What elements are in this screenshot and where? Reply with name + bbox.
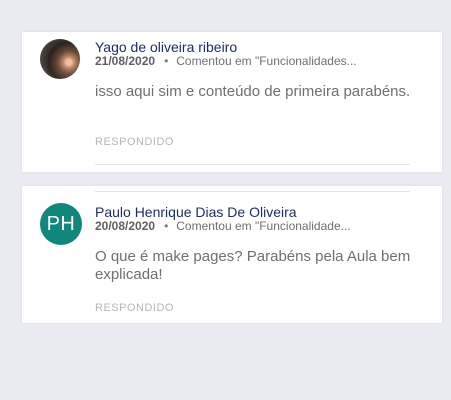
comment-card: PH Paulo Henrique Dias De Oliveira 20/08… <box>22 186 442 323</box>
comment-status: RESPONDIDO <box>95 136 174 148</box>
comment-author[interactable]: Paulo Henrique Dias De Oliveira <box>95 204 415 220</box>
comment-meta: 20/08/2020 • Comentou em "Funcionalidade..… <box>95 219 411 233</box>
comment-date: 21/08/2020 <box>95 54 156 68</box>
comment-activity[interactable]: Comentou em "Funcionalidades... <box>176 54 356 68</box>
comment-author[interactable]: Yago de oliveira ribeiro <box>95 39 415 55</box>
comment-text: isso aqui sim e conteúdo de primeira par… <box>95 83 411 100</box>
comment-meta: 21/08/2020 • Comentou em "Funcionalidades.… <box>95 54 411 68</box>
comment-divider <box>95 164 410 165</box>
meta-separator: • <box>164 219 169 233</box>
meta-separator: • <box>164 54 169 68</box>
comment-date: 20/08/2020 <box>95 219 156 233</box>
avatar-initials: PH <box>46 212 76 235</box>
comment-divider <box>95 191 410 192</box>
comment-activity[interactable]: Comentou em "Funcionalidade... <box>176 219 350 233</box>
user-avatar: PH <box>40 203 82 245</box>
comment-card: Yago de oliveira ribeiro 21/08/2020 • Come… <box>22 32 442 172</box>
user-avatar <box>40 39 80 79</box>
comment-text: O que é make pages? Parabéns pela Aula b… <box>95 248 411 283</box>
comment-status: RESPONDIDO <box>95 302 174 314</box>
